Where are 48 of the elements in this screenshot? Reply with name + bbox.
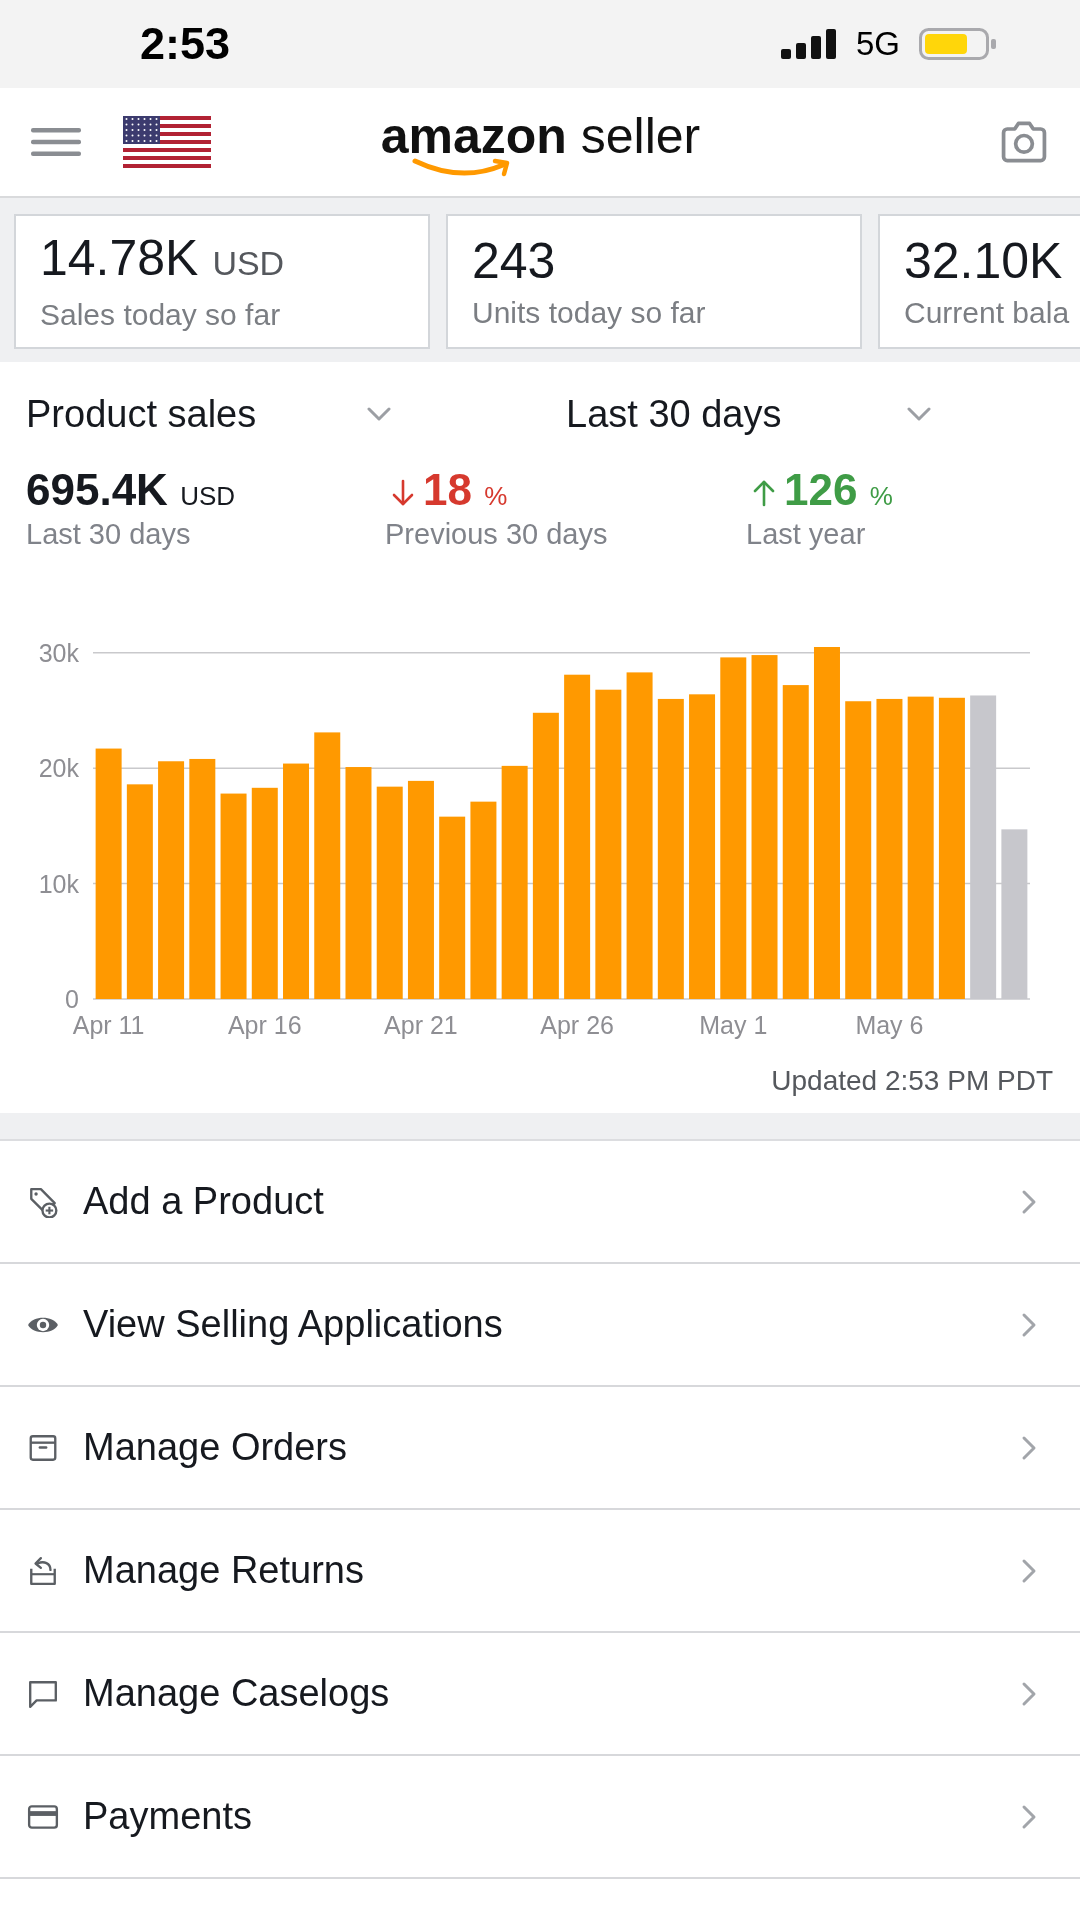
chevron-right-icon <box>1021 1434 1037 1461</box>
axis-label: 10k <box>38 869 79 898</box>
chevron-down-icon <box>367 407 391 421</box>
tag-plus-icon <box>27 1185 59 1218</box>
logo-text: amazon seller <box>380 109 701 162</box>
dropdown[interactable]: Last 30 days <box>566 393 931 435</box>
axis-label: 30k <box>38 638 79 667</box>
stat-label: Last 30 days <box>26 518 191 550</box>
card-label: Current bala <box>904 295 1071 330</box>
curved-arrow-icon <box>410 156 511 179</box>
menu-icon[interactable] <box>31 128 81 156</box>
summary-card[interactable]: 14.78K USD Sales today so far <box>14 214 430 349</box>
dropdown[interactable]: Product sales <box>26 393 391 435</box>
stat-label: Last year <box>746 518 866 550</box>
axis-label: Apr 16 <box>227 1011 302 1039</box>
flag-icon[interactable] <box>123 116 211 168</box>
axis-label: Apr 26 <box>540 1011 614 1039</box>
axis-label: May 6 <box>855 1011 924 1039</box>
chevron-right-icon <box>1021 1803 1037 1830</box>
axis-label: 20k <box>38 754 79 783</box>
return-box-icon <box>27 1554 59 1587</box>
stat-value: 695.4K USD <box>26 467 236 516</box>
axis-label: Apr 21 <box>384 1011 458 1039</box>
card-value: 14.78K USD <box>40 231 286 288</box>
summary-card[interactable]: 243 Units today so far <box>446 214 862 349</box>
axis-label: Apr 11 <box>72 1011 145 1039</box>
stat-label: Previous 30 days <box>385 518 608 550</box>
arrow-down-icon <box>391 479 415 507</box>
chevron-right-icon <box>1021 1557 1037 1584</box>
chevron-right-icon <box>1021 1188 1037 1215</box>
network-label: 5G <box>855 25 900 63</box>
chevron-right-icon <box>1021 1680 1037 1707</box>
summary-card[interactable]: 32.10K Current bala <box>878 214 1080 349</box>
chevron-right-icon <box>1021 1311 1037 1338</box>
arrow-up-icon <box>752 479 776 507</box>
card-label: Sales today so far <box>40 298 282 332</box>
card-value: 32.10K <box>904 233 1064 288</box>
card-label: Units today so far <box>472 295 707 330</box>
updated-time: Updated 2:53 PM PDT <box>771 1065 1053 1096</box>
chevron-down-icon <box>907 407 931 421</box>
axis-label: 0 <box>65 985 79 1013</box>
stat-value: 126 % <box>784 467 893 516</box>
card-value: 243 <box>472 233 557 288</box>
battery-icon <box>919 28 997 60</box>
status-time: 2:53 <box>140 19 231 69</box>
axis-label: May 1 <box>699 1011 768 1039</box>
stat-value: 18 % <box>423 467 508 516</box>
signal-icon <box>780 29 837 59</box>
